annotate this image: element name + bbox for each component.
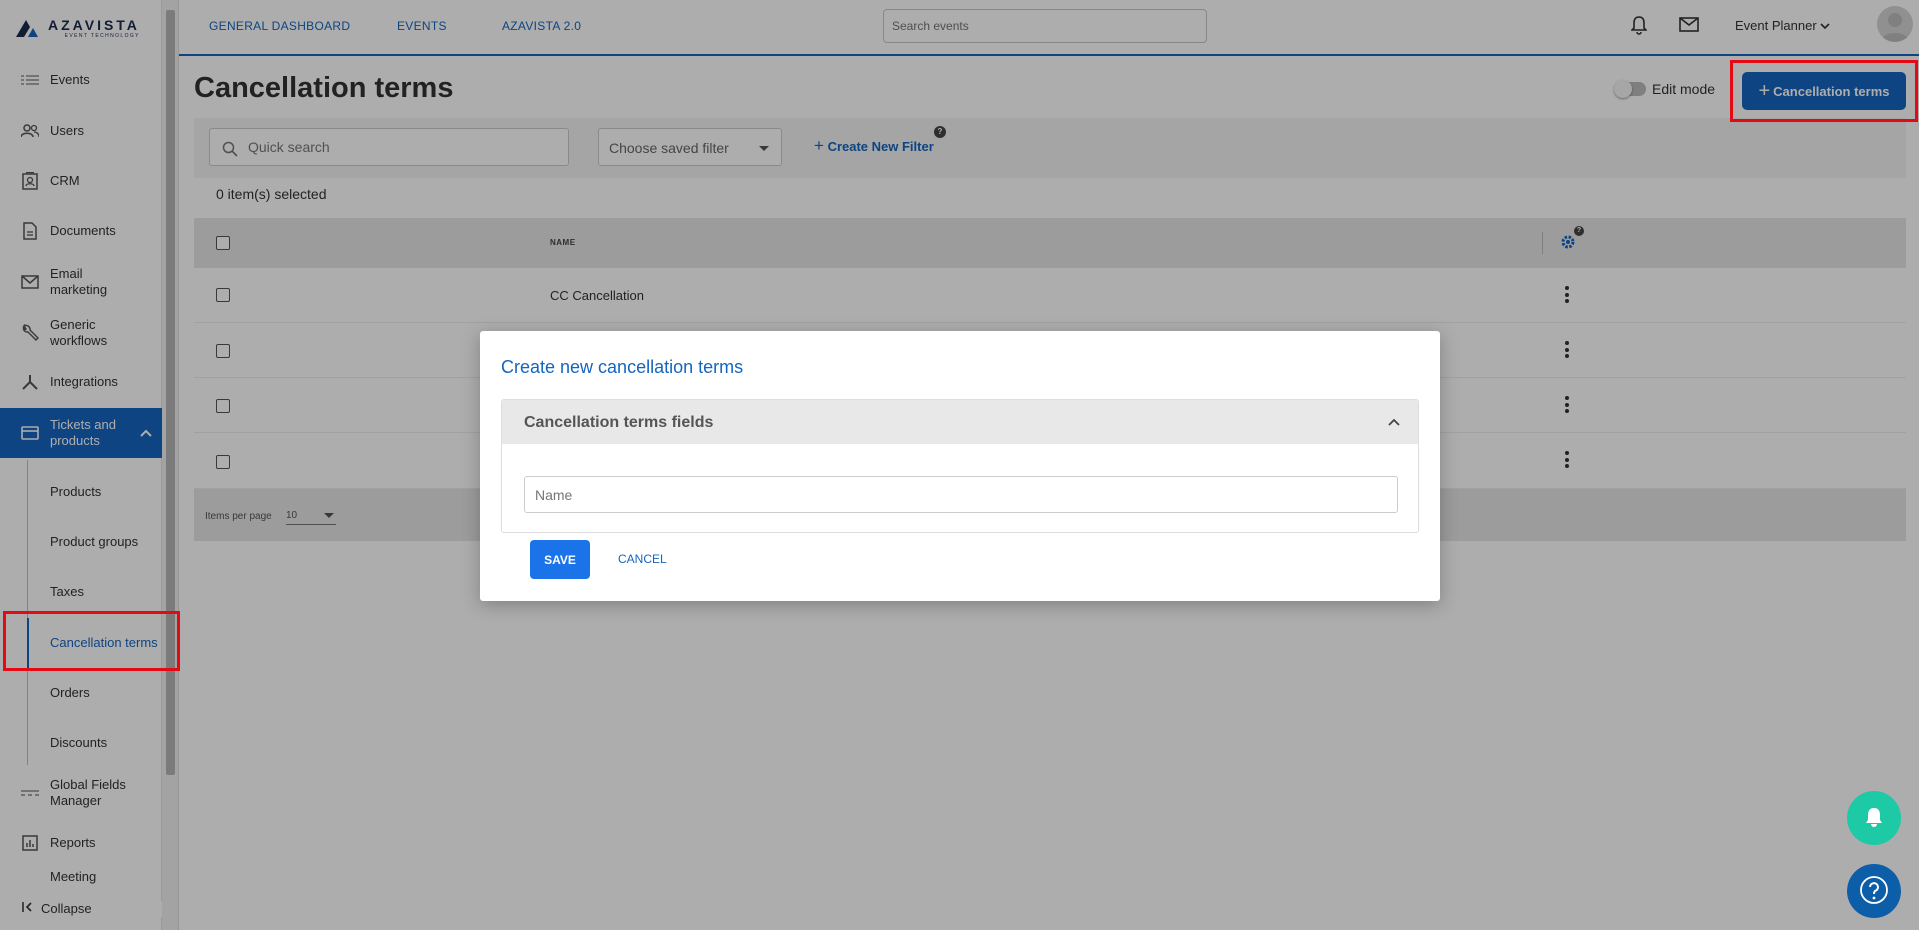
fields-panel-header[interactable]: Cancellation terms fields	[502, 400, 1418, 444]
fields-panel: Cancellation terms fields	[501, 399, 1419, 533]
chevron-up-icon[interactable]	[1388, 414, 1400, 429]
highlight-box-cancellation-terms	[3, 611, 180, 671]
highlight-box-add-button	[1730, 60, 1918, 122]
name-field[interactable]	[524, 476, 1398, 513]
bell-icon	[1864, 806, 1884, 831]
question-icon	[1859, 875, 1889, 908]
notifications-fab[interactable]	[1847, 791, 1901, 845]
save-button[interactable]: SAVE	[530, 540, 590, 579]
cancel-button[interactable]: CANCEL	[618, 552, 667, 566]
modal-backdrop-sidebar[interactable]	[0, 0, 179, 930]
help-fab[interactable]	[1847, 864, 1901, 918]
dialog-title: Create new cancellation terms	[501, 357, 744, 377]
create-cancellation-terms-dialog: Create new cancellation terms Cancellati…	[480, 331, 1440, 601]
fields-panel-title: Cancellation terms fields	[524, 414, 714, 431]
